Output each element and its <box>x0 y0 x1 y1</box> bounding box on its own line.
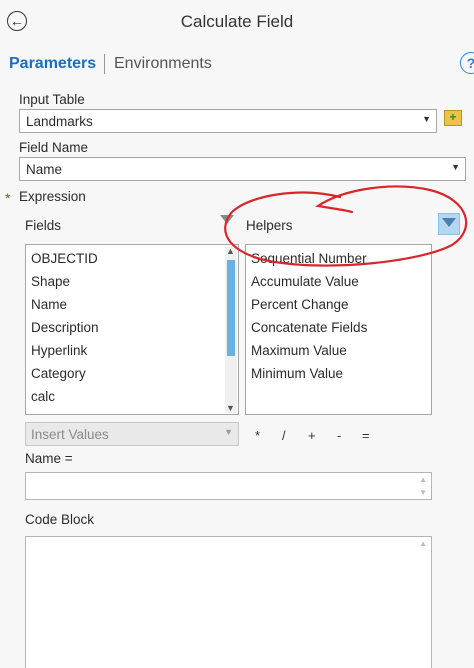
red-annotation-circle <box>224 185 468 267</box>
calculate-field-pane: ← Calculate Field ? Parameters Environme… <box>0 0 474 668</box>
